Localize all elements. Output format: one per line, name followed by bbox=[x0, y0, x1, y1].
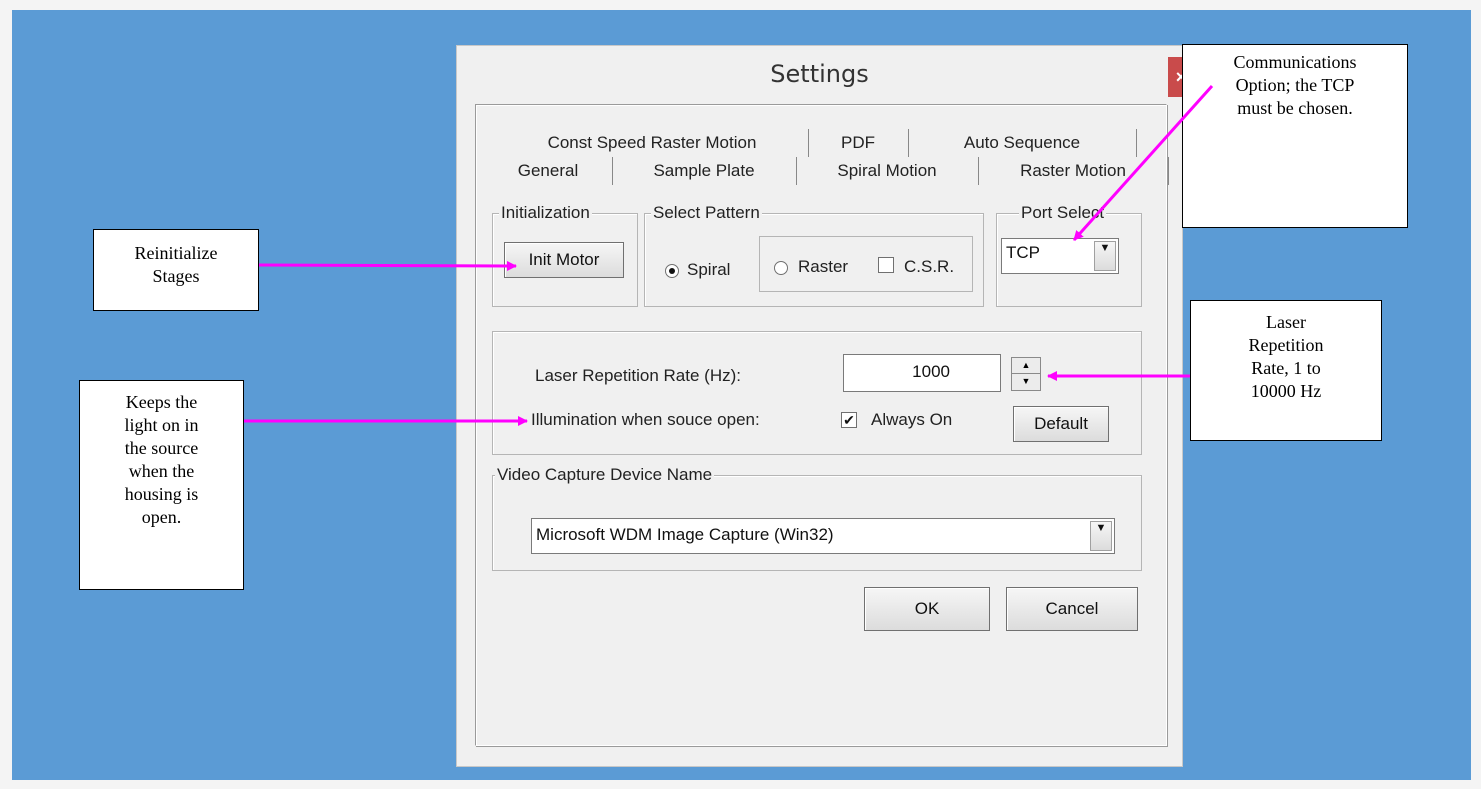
arrow-comm bbox=[1072, 84, 1214, 242]
arrow-reinit bbox=[258, 260, 517, 271]
callout-arrows bbox=[244, 84, 1214, 426]
